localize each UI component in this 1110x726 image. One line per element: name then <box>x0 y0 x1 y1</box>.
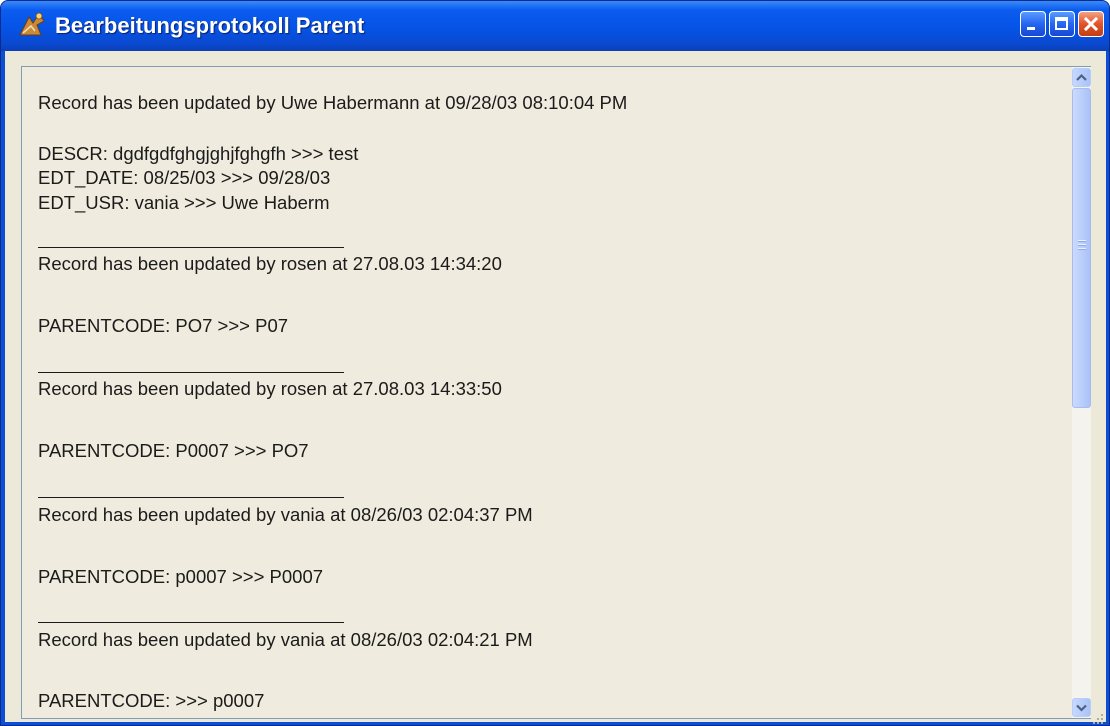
edit-log-content: Record has been updated by Uwe Habermann… <box>22 67 1070 718</box>
chevron-up-icon <box>1076 73 1087 81</box>
grip-icon <box>1078 245 1086 246</box>
log-line: PARENTCODE: P0007 >>> PO7 <box>38 440 309 461</box>
close-icon <box>1083 16 1099 32</box>
close-button[interactable] <box>1078 11 1104 37</box>
minimize-button[interactable] <box>1020 11 1046 37</box>
title-bar[interactable]: Bearbeitungsprotokoll Parent <box>1 1 1109 51</box>
log-line: Record has been updated by rosen at 27.0… <box>38 378 502 399</box>
edit-log-textarea[interactable]: Record has been updated by Uwe Habermann… <box>21 66 1091 719</box>
minimize-icon <box>1027 27 1035 30</box>
app-icon <box>19 12 45 36</box>
log-line: EDT_USR: vania >>> Uwe Haberm <box>38 192 330 213</box>
maximize-button[interactable] <box>1049 11 1075 37</box>
log-line: PARENTCODE: p0007 >>> P0007 <box>38 566 324 587</box>
separator-line <box>38 622 344 623</box>
log-window: Bearbeitungsprotokoll Parent Record has … <box>0 0 1110 726</box>
log-line: Record has been updated by Uwe Habermann… <box>38 92 628 113</box>
log-line: Record has been updated by vania at 08/2… <box>38 629 533 650</box>
chevron-down-icon <box>1076 704 1087 712</box>
scroll-up-button[interactable] <box>1072 68 1091 87</box>
separator-line <box>38 497 344 498</box>
vertical-scrollbar[interactable] <box>1071 67 1091 718</box>
resize-grip-icon[interactable] <box>1091 712 1105 726</box>
log-line: EDT_DATE: 08/25/03 >>> 09/28/03 <box>38 167 331 188</box>
window-title: Bearbeitungsprotokoll Parent <box>55 13 365 38</box>
separator-line <box>38 372 344 373</box>
log-line: Record has been updated by vania at 08/2… <box>38 504 533 525</box>
log-line: PARENTCODE: PO7 >>> P07 <box>38 315 289 336</box>
scrollbar-thumb[interactable] <box>1072 88 1091 408</box>
maximize-icon <box>1055 17 1068 30</box>
log-line: PARENTCODE: >>> p0007 <box>38 690 265 711</box>
grip-icon <box>1078 241 1086 242</box>
grip-icon <box>1078 249 1086 250</box>
scroll-down-button[interactable] <box>1072 698 1091 717</box>
window-client-area: Record has been updated by Uwe Habermann… <box>5 51 1106 724</box>
separator-line <box>38 247 344 248</box>
log-line: DESCR: dgdfgdfghgjghjfghgfh >>> test <box>38 143 359 164</box>
log-line: Record has been updated by rosen at 27.0… <box>38 253 502 274</box>
